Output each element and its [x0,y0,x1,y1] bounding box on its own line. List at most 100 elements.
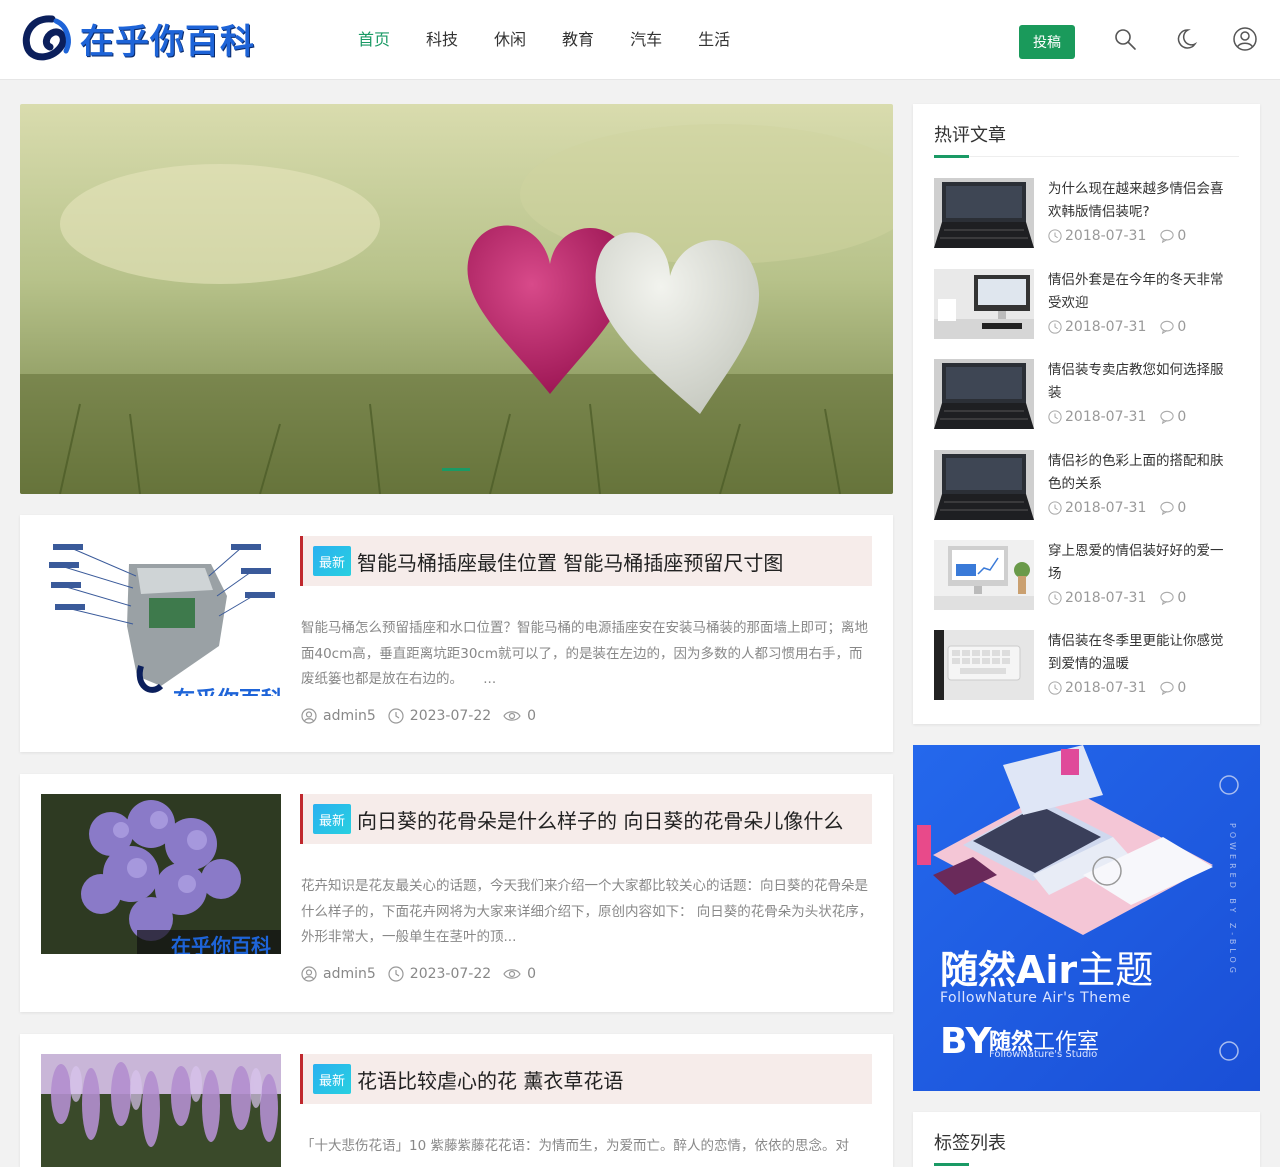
hot-article-item[interactable]: 穿上恩爱的情侣装好好的爱一场 2018-07-31 0 [934,540,1240,610]
hot-article-title[interactable]: 为什么现在越来越多情侣会喜欢韩版情侣装呢? [1048,178,1236,224]
hot-article-title[interactable]: 情侣外套是在今年的冬天非常受欢迎 [1048,269,1236,315]
hot-article-title[interactable]: 情侣衫的色彩上面的搭配和肤色的关系 [1048,450,1236,496]
hot-article-item[interactable]: 情侣外套是在今年的冬天非常受欢迎 2018-07-31 0 [934,269,1240,339]
hot-article-meta: 2018-07-31 0 [1048,319,1200,335]
banner-image [20,104,893,494]
post-date: 2023-07-22 [409,966,492,982]
hot-article-thumbnail[interactable] [934,359,1034,429]
thumbnail-watermark-text: 在乎你百科 [173,682,281,696]
new-badge: 最新 [313,804,351,834]
nav-item-life[interactable]: 生活 [698,28,730,52]
post-author[interactable]: admin5 [323,966,376,982]
post-thumbnail[interactable] [41,1054,281,1167]
hot-article-date: 2018-07-31 [1065,319,1147,335]
nav-item-home[interactable]: 首页 [358,28,390,52]
hot-article-comments: 0 [1177,409,1187,425]
nav-item-auto[interactable]: 汽车 [630,28,662,52]
ad-title: 随然Air主题 [940,945,1153,995]
thumbnail-watermark-text: 在乎你百科 [171,934,271,954]
search-icon[interactable] [1112,26,1138,52]
clock-icon [388,966,404,982]
post-title[interactable]: 向日葵的花骨朵是什么样子的 向日葵的花骨朵儿像什么 [357,805,843,834]
hot-article-item[interactable]: 情侣装在冬季里更能让你感觉到爱情的温暖 2018-07-31 0 [934,630,1240,700]
post-views: 0 [527,966,537,982]
clock-icon [1048,410,1062,424]
site-header: 在乎你百科 首页 科技 休闲 教育 汽车 生活 投稿 [0,0,1280,80]
post-title-bar[interactable]: 最新 向日葵的花骨朵是什么样子的 向日葵的花骨朵儿像什么 [300,794,872,844]
hot-article-date: 2018-07-31 [1065,500,1147,516]
hot-article-meta: 2018-07-31 0 [1048,590,1200,606]
comment-icon [1160,681,1175,695]
post-title-bar[interactable]: 最新 花语比较虐心的花 薰衣草花语 [300,1054,872,1104]
post-title-bar[interactable]: 最新 智能马桶插座最佳位置 智能马桶插座预留尺寸图 [300,536,872,586]
ad-title-suffix: 主题 [1077,948,1154,992]
moon-icon[interactable] [1173,26,1199,52]
clock-icon [1048,681,1062,695]
user-icon[interactable] [1232,26,1258,52]
post-card: 最新 花语比较虐心的花 薰衣草花语 「十大悲伤花语」10 紫藤紫藤花花语：为情而… [20,1034,893,1167]
hot-article-title[interactable]: 情侣装专卖店教您如何选择服装 [1048,359,1236,405]
nav-item-leisure[interactable]: 休闲 [494,28,526,52]
widget-title-accent [934,155,969,158]
post-excerpt: 智能马桶怎么预留插座和水口位置？智能马桶的电源插座安在安装马桶装的那面墙上即可；… [301,620,868,687]
hot-article-title[interactable]: 穿上恩爱的情侣装好好的爱一场 [1048,540,1236,586]
hot-article-date: 2018-07-31 [1065,680,1147,696]
post-title[interactable]: 花语比较虐心的花 薰衣草花语 [357,1065,623,1094]
post-excerpt: 花卉知识是花友最关心的话题，今天我们来介绍一个大家都比较关心的话题：向日葵的花骨… [301,878,873,945]
post-date: 2023-07-22 [409,708,492,724]
clock-icon [388,708,404,724]
banner-slider[interactable] [20,104,893,494]
comment-icon [1160,501,1175,515]
hot-article-item[interactable]: 情侣装专卖店教您如何选择服装 2018-07-31 0 [934,359,1240,429]
post-excerpt: 「十大悲伤花语」10 紫藤紫藤花花语：为情而生，为爱而亡。醉人的恋情，依依的思念… [301,1138,849,1154]
tags-widget: 标签列表 [913,1112,1260,1167]
author-icon [301,708,317,724]
hot-article-comments: 0 [1177,680,1187,696]
eye-icon [503,711,521,721]
hot-article-thumbnail[interactable] [934,540,1034,610]
hot-article-date: 2018-07-31 [1065,228,1147,244]
ad-subtitle: FollowNature Air's Theme [940,990,1131,1006]
nav-item-education[interactable]: 教育 [562,28,594,52]
comment-icon [1160,591,1175,605]
post-author[interactable]: admin5 [323,708,376,724]
clock-icon [1048,501,1062,515]
slider-indicator[interactable] [442,468,470,471]
post-meta: admin5 2023-07-22 0 [301,708,548,724]
hot-article-meta: 2018-07-31 0 [1048,409,1200,425]
hot-article-thumbnail[interactable] [934,178,1034,248]
logo-mark-icon [22,15,78,61]
hot-article-item[interactable]: 为什么现在越来越多情侣会喜欢韩版情侣装呢? 2018-07-31 0 [934,178,1240,248]
hot-article-title[interactable]: 情侣装在冬季里更能让你感觉到爱情的温暖 [1048,630,1236,676]
post-card: 在乎你百科 最新 智能马桶插座最佳位置 智能马桶插座预留尺寸图 智能马桶怎么预留… [20,515,893,752]
theme-ad-banner[interactable]: 随然Air主题 FollowNature Air's Theme BY 随然工作… [913,745,1260,1091]
post-title[interactable]: 智能马桶插座最佳位置 智能马桶插座预留尺寸图 [357,547,783,576]
logo-text: 在乎你百科 [80,21,255,62]
hot-article-thumbnail[interactable] [934,450,1034,520]
widget-title-accent [934,1163,969,1166]
ad-studio-subtitle: FollowNature's Studio [989,1049,1098,1060]
post-meta: admin5 2023-07-22 0 [301,966,548,982]
ad-vertical-text: POWERED BY Z-BLOG [1228,823,1237,977]
nav-item-tech[interactable]: 科技 [426,28,458,52]
site-logo[interactable]: 在乎你百科 [22,14,255,62]
widget-title: 标签列表 [934,1133,1006,1154]
comment-icon [1160,410,1175,424]
comment-icon [1160,320,1175,334]
new-badge: 最新 [313,1064,351,1094]
hot-article-comments: 0 [1177,228,1187,244]
hot-article-thumbnail[interactable] [934,630,1034,700]
post-thumbnail[interactable]: 在乎你百科 [41,536,281,696]
post-thumbnail[interactable]: 在乎你百科 [41,794,281,954]
comment-icon [1160,229,1175,243]
clock-icon [1048,229,1062,243]
main-nav: 首页 科技 休闲 教育 汽车 生活 [358,28,766,52]
hot-article-item[interactable]: 情侣衫的色彩上面的搭配和肤色的关系 2018-07-31 0 [934,450,1240,520]
hot-article-date: 2018-07-31 [1065,590,1147,606]
hot-article-thumbnail[interactable] [934,269,1034,339]
author-icon [301,966,317,982]
clock-icon [1048,320,1062,334]
hot-article-meta: 2018-07-31 0 [1048,680,1200,696]
hot-article-meta: 2018-07-31 0 [1048,500,1200,516]
submit-article-button[interactable]: 投稿 [1019,25,1075,59]
